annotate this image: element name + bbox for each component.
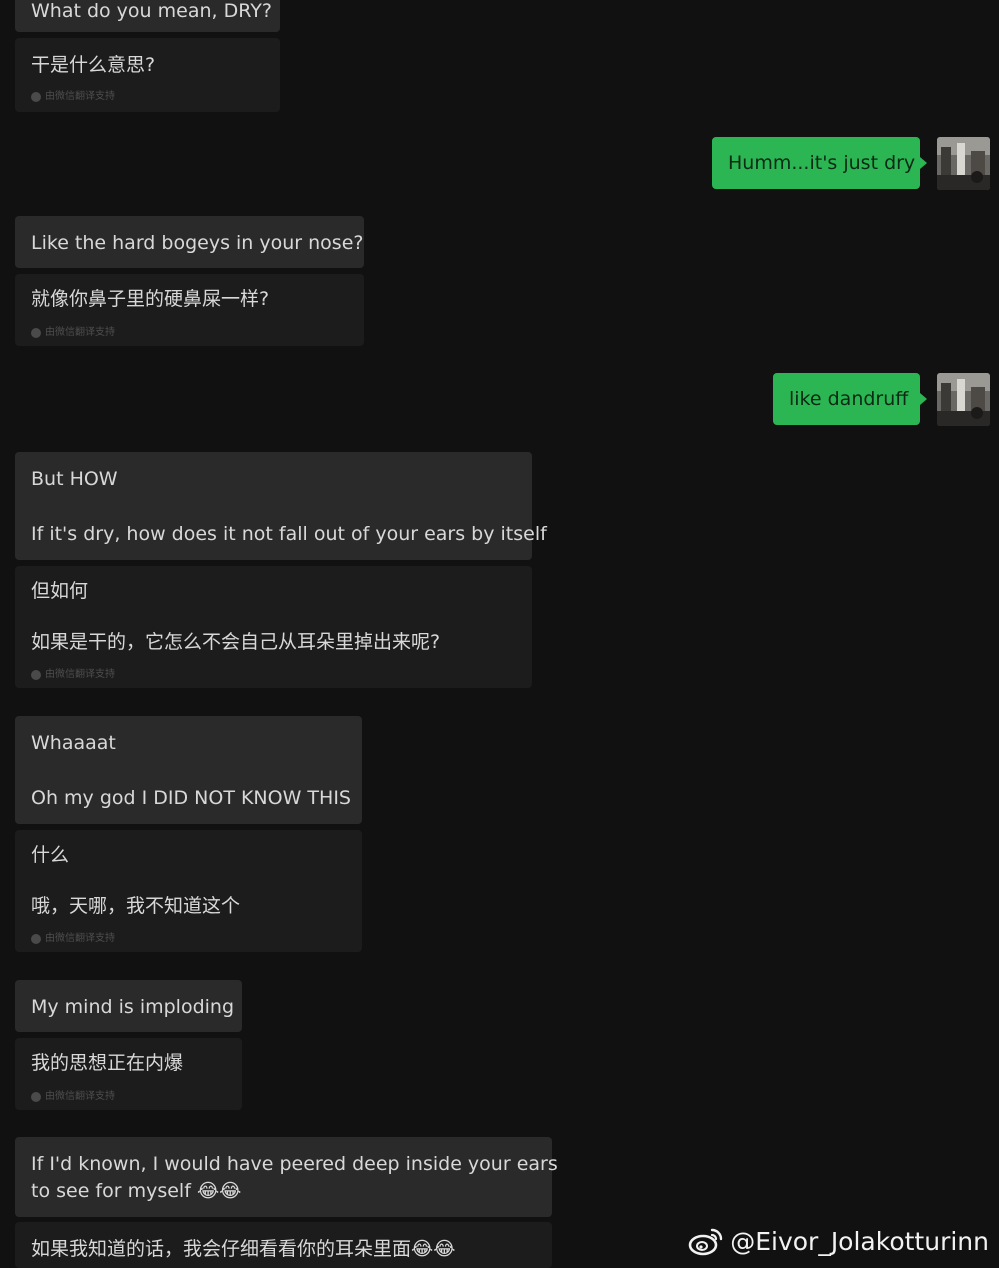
translation-line-1: 什么 [31, 844, 70, 866]
translation-note-text: 由微信翻译支持 [45, 933, 115, 944]
translation-bubble-1[interactable]: 干是什么意思? 由微信翻译支持 [15, 38, 280, 112]
received-message-2[interactable]: Like the hard bogeys in your nose? [15, 216, 364, 268]
sent-message-2[interactable]: like dandruff [773, 373, 927, 425]
received-message-6[interactable]: If I'd known, I would have peered deep i… [15, 1137, 558, 1217]
translate-icon [31, 1092, 41, 1102]
translation-note: 由微信翻译支持 [31, 926, 115, 952]
translation-bubble-5[interactable]: 我的思想正在内爆 由微信翻译支持 [15, 1038, 242, 1110]
translation-text: 如果我知道的话，我会仔细看看你的耳朵里面😂😂 [31, 1238, 456, 1260]
received-message-3[interactable]: But HOW If it's dry, how does it not fal… [15, 452, 547, 560]
translation-bubble-3[interactable]: 但如何 如果是干的，它怎么不会自己从耳朵里掉出来呢? 由微信翻译支持 [15, 566, 532, 688]
received-message-4[interactable]: Whaaaat Oh my god I DID NOT KNOW THIS [15, 716, 362, 824]
message-line-2: If it's dry, how does it not fall out of… [31, 523, 547, 545]
translation-note-text: 由微信翻译支持 [45, 327, 115, 338]
watermark: @Eivor_Jolakotturinn [688, 1226, 989, 1256]
sent-message-text: like dandruff [789, 388, 909, 410]
translation-line-2: 如果是干的，它怎么不会自己从耳朵里掉出来呢? [31, 631, 441, 653]
translate-icon [31, 670, 41, 680]
avatar[interactable] [937, 137, 990, 190]
message-line-1: But HOW [31, 468, 118, 490]
message-line-2: Oh my god I DID NOT KNOW THIS [31, 787, 351, 809]
translation-note: 由微信翻译支持 [31, 320, 115, 346]
message-line-2: to see for myself 😂😂 [31, 1180, 242, 1202]
received-message-1[interactable]: What do you mean, DRY? [15, 0, 280, 32]
translation-text: 就像你鼻子里的硬鼻屎一样? [31, 288, 270, 310]
watermark-handle: @Eivor_Jolakotturinn [730, 1226, 989, 1256]
translation-note-text: 由微信翻译支持 [45, 669, 115, 680]
sent-message-text: Humm...it's just dry [728, 152, 916, 174]
message-text: Like the hard bogeys in your nose? [31, 232, 364, 254]
avatar-image [937, 373, 990, 426]
translation-note-text: 由微信翻译支持 [45, 1091, 115, 1102]
translation-note-text: 由微信翻译支持 [45, 91, 115, 102]
translate-icon [31, 934, 41, 944]
avatar-image [937, 137, 990, 190]
weibo-icon [688, 1228, 723, 1256]
translation-text: 干是什么意思? [31, 54, 156, 76]
message-text: What do you mean, DRY? [31, 0, 272, 22]
avatar[interactable] [937, 373, 990, 426]
sent-message-1[interactable]: Humm...it's just dry [712, 137, 927, 189]
received-message-5[interactable]: My mind is imploding [15, 980, 242, 1032]
translation-text: 我的思想正在内爆 [31, 1052, 184, 1074]
translate-icon [31, 328, 41, 338]
message-line-1: Whaaaat [31, 732, 116, 754]
translation-bubble-2[interactable]: 就像你鼻子里的硬鼻屎一样? 由微信翻译支持 [15, 274, 364, 346]
translation-note: 由微信翻译支持 [31, 84, 115, 110]
translation-note: 由微信翻译支持 [31, 1084, 115, 1110]
translation-line-1: 但如何 [31, 580, 89, 602]
message-text: My mind is imploding [31, 996, 235, 1018]
translation-note: 由微信翻译支持 [31, 662, 115, 688]
translate-icon [31, 92, 41, 102]
translation-bubble-4[interactable]: 什么 哦，天哪，我不知道这个 由微信翻译支持 [15, 830, 362, 952]
translation-bubble-6[interactable]: 如果我知道的话，我会仔细看看你的耳朵里面😂😂 [15, 1222, 552, 1268]
message-line-1: If I'd known, I would have peered deep i… [31, 1153, 558, 1175]
translation-line-2: 哦，天哪，我不知道这个 [31, 895, 241, 917]
